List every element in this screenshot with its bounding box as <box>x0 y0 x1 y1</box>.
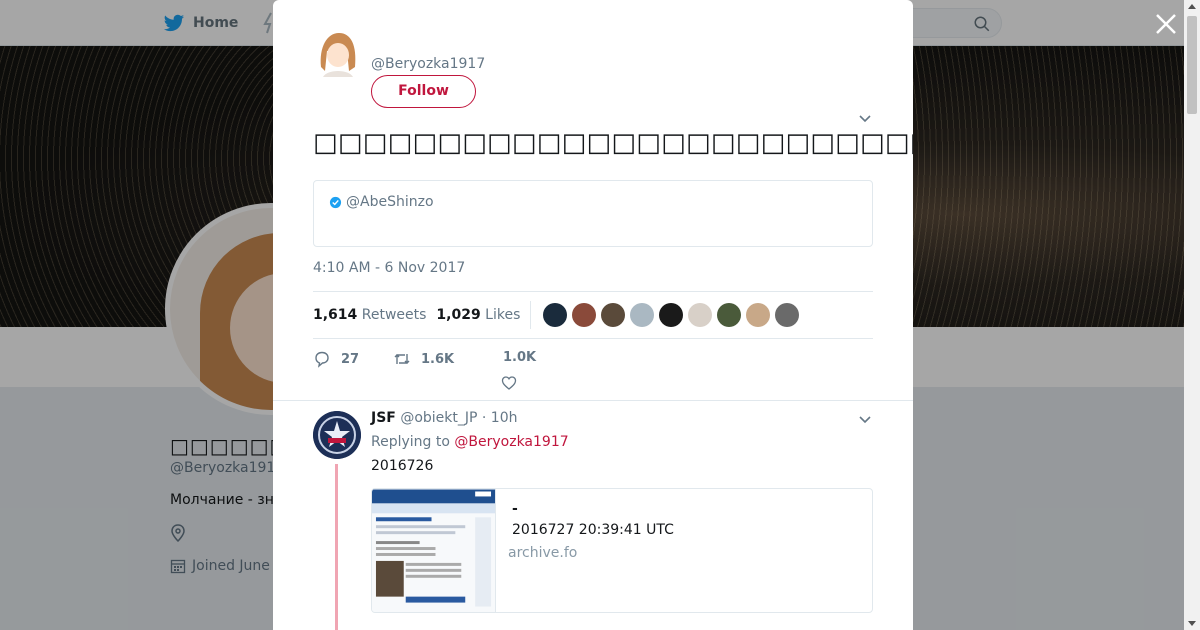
likes-label: Likes <box>485 307 521 323</box>
link-card-description: 2016727 20:39:41 UTC <box>512 522 674 538</box>
retweet-button[interactable]: 1.6K <box>393 350 454 368</box>
replying-to-link[interactable]: @Beryozka1917 <box>454 434 568 450</box>
author-avatar[interactable] <box>313 27 361 79</box>
liker-avatar[interactable] <box>572 303 597 327</box>
scroll-down-arrow[interactable] <box>1188 621 1196 626</box>
link-card-title: - <box>512 501 518 517</box>
reply-count: 27 <box>341 351 360 367</box>
chevron-down-icon[interactable] <box>857 413 873 425</box>
liker-avatar[interactable] <box>601 303 626 327</box>
tweet-modal: @Beryozka1917 Follow □□□□□□□□□□□□□□□□□□□… <box>273 0 913 630</box>
close-icon[interactable] <box>1154 12 1178 36</box>
reply-header: JSF @obiekt_JP · 10h <box>371 410 517 426</box>
like-count: 1.0K <box>503 350 537 365</box>
scrollbar-thumb[interactable] <box>1187 16 1197 114</box>
reply-text: 2016726 <box>371 458 434 474</box>
tweet-stats: 1,614 Retweets 1,029 Likes <box>313 291 873 339</box>
likes-stat[interactable]: 1,029 Likes <box>436 307 520 323</box>
tweet-actions: 27 1.6K 1.0K <box>313 350 873 390</box>
reply-author-name[interactable]: JSF <box>371 410 396 426</box>
follow-button[interactable]: Follow <box>371 75 476 108</box>
chevron-down-icon[interactable] <box>857 112 873 124</box>
likers-list <box>543 303 800 327</box>
tweet-text: □□□□□□□□□□□□□□□□□□□□□□□□□□□□□□□□□□□□□□□□… <box>313 128 913 158</box>
liker-avatar[interactable] <box>775 303 800 327</box>
retweet-icon <box>394 354 410 364</box>
liker-avatar[interactable] <box>543 303 568 327</box>
liker-avatar[interactable] <box>659 303 684 327</box>
like-button[interactable]: 1.0K <box>503 350 536 365</box>
reply-button[interactable]: 27 <box>313 350 359 368</box>
divider <box>273 400 913 401</box>
likes-count: 1,029 <box>436 307 481 323</box>
author-handle[interactable]: @Beryozka1917 <box>371 56 485 72</box>
reply-time[interactable]: · 10h <box>482 410 518 426</box>
link-card-domain: archive.fo <box>508 545 578 561</box>
liker-avatar[interactable] <box>688 303 713 327</box>
liker-avatar[interactable] <box>717 303 742 327</box>
reply-author-avatar[interactable] <box>313 411 361 459</box>
quoted-handle[interactable]: @AbeShinzo <box>346 194 434 210</box>
liker-avatar[interactable] <box>630 303 655 327</box>
verified-icon <box>329 196 342 208</box>
retweets-stat[interactable]: 1,614 Retweets <box>313 307 426 323</box>
quoted-tweet[interactable]: @AbeShinzo <box>313 180 873 247</box>
liker-avatar[interactable] <box>746 303 771 327</box>
heart-icon[interactable] <box>501 375 517 391</box>
quoted-tweet-header: @AbeShinzo <box>329 194 434 210</box>
replying-prefix: Replying to <box>371 434 450 450</box>
page-scrollbar[interactable] <box>1184 0 1200 630</box>
thread-line <box>335 464 338 630</box>
tweet-timestamp[interactable]: 4:10 AM - 6 Nov 2017 <box>313 260 465 276</box>
retweet-count: 1.6K <box>421 351 455 367</box>
reply-author-handle[interactable]: @obiekt_JP <box>400 410 477 426</box>
scroll-up-arrow[interactable] <box>1188 4 1196 9</box>
reply-icon <box>315 351 329 368</box>
replying-to: Replying to @Beryozka1917 <box>371 434 569 450</box>
link-card[interactable]: - 2016727 20:39:41 UTC archive.fo <box>371 488 873 613</box>
retweets-count: 1,614 <box>313 307 358 323</box>
link-card-thumbnail <box>372 489 496 612</box>
retweets-label: Retweets <box>361 307 427 323</box>
stats-divider <box>530 301 532 329</box>
